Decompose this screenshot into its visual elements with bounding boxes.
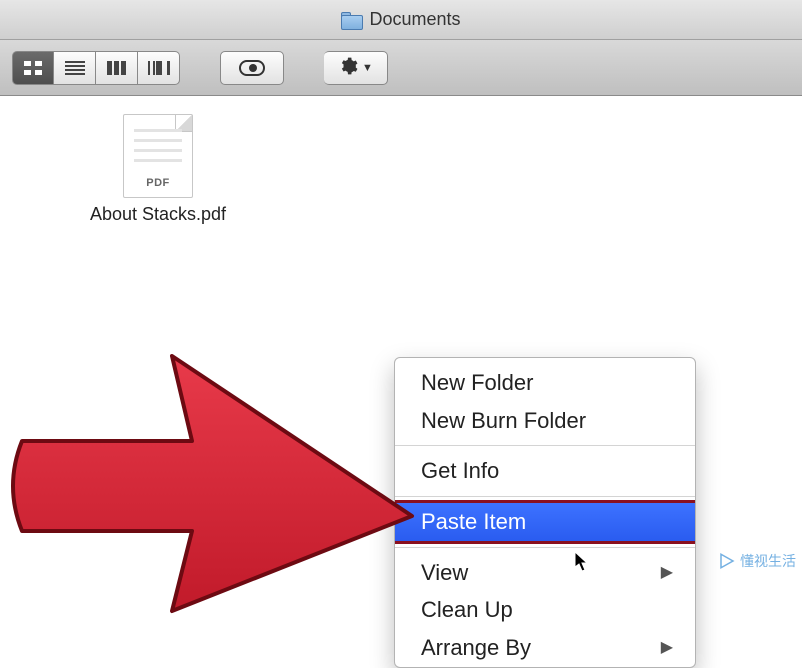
file-item[interactable]: PDF About Stacks.pdf: [78, 114, 238, 225]
menu-get-info[interactable]: Get Info: [395, 452, 695, 490]
folder-icon: [341, 12, 361, 28]
eye-icon: [239, 60, 265, 76]
window-title: Documents: [369, 9, 460, 30]
grid-icon: [24, 61, 42, 75]
menu-item-label: New Burn Folder: [421, 406, 586, 436]
menu-paste-item[interactable]: Paste Item: [395, 503, 695, 541]
menu-view[interactable]: View ▶: [395, 554, 695, 592]
column-icon: [107, 61, 127, 75]
view-column-button[interactable]: [96, 51, 138, 85]
view-list-button[interactable]: [54, 51, 96, 85]
menu-item-label: Arrange By: [421, 633, 531, 663]
watermark: 懂视生活: [718, 551, 796, 571]
menu-item-label: New Folder: [421, 368, 533, 398]
pdf-thumbnail-icon: PDF: [123, 114, 193, 198]
menu-separator: [395, 547, 695, 548]
menu-item-label: Get Info: [421, 456, 499, 486]
context-menu: New Folder New Burn Folder Get Info Past…: [394, 357, 696, 668]
file-badge: PDF: [124, 177, 192, 189]
window-titlebar: Documents: [0, 0, 802, 40]
annotation-arrow-icon: [2, 346, 418, 616]
file-browser-content[interactable]: PDF About Stacks.pdf New Folder New Burn…: [0, 96, 802, 577]
submenu-arrow-icon: ▶: [661, 562, 673, 584]
toolbar: ▼: [0, 40, 802, 96]
coverflow-icon: [148, 61, 170, 75]
list-icon: [65, 61, 85, 75]
play-logo-icon: [718, 552, 736, 570]
menu-separator: [395, 445, 695, 446]
menu-item-label: View: [421, 558, 468, 588]
menu-new-folder[interactable]: New Folder: [395, 364, 695, 402]
menu-arrange-by[interactable]: Arrange By ▶: [395, 629, 695, 667]
menu-new-burn-folder[interactable]: New Burn Folder: [395, 402, 695, 440]
gear-icon: [338, 56, 358, 80]
watermark-text: 懂视生活: [740, 551, 796, 571]
file-name[interactable]: About Stacks.pdf: [78, 204, 238, 225]
chevron-down-icon: ▼: [362, 62, 373, 74]
view-switcher: [12, 51, 180, 85]
menu-clean-up[interactable]: Clean Up: [395, 591, 695, 629]
menu-item-label: Paste Item: [421, 507, 526, 537]
view-icon-button[interactable]: [12, 51, 54, 85]
submenu-arrow-icon: ▶: [661, 637, 673, 659]
quicklook-button[interactable]: [220, 51, 284, 85]
menu-separator: [395, 496, 695, 497]
menu-item-label: Clean Up: [421, 595, 513, 625]
view-coverflow-button[interactable]: [138, 51, 180, 85]
action-menu-button[interactable]: ▼: [324, 51, 388, 85]
